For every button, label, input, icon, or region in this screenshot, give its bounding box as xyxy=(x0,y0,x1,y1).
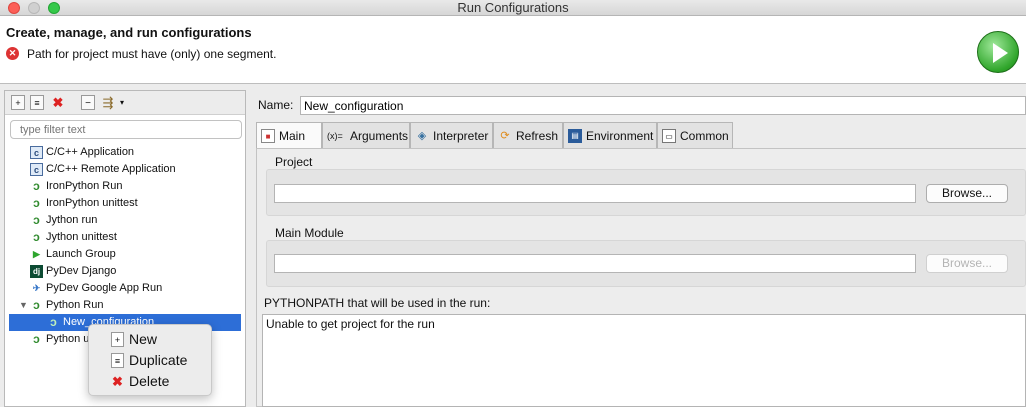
python-interpreter-icon: ◈ xyxy=(417,130,427,142)
project-label: Project xyxy=(275,155,313,169)
expand-arrow-icon[interactable]: ▼ xyxy=(19,297,28,314)
refresh-icon: ⟳ xyxy=(500,130,510,142)
django-icon: dj xyxy=(30,265,43,278)
launch-group-icon: ▶ xyxy=(33,249,40,259)
filter-menu-chevron-icon[interactable]: ▾ xyxy=(118,95,126,110)
name-input[interactable] xyxy=(300,96,1026,115)
c-app-icon: c xyxy=(30,146,43,159)
dialog-title: Create, manage, and run configurations xyxy=(6,25,252,40)
duplicate-config-icon[interactable]: ≡ xyxy=(30,95,44,110)
menu-item-delete[interactable]: ✖ Delete xyxy=(89,371,211,392)
context-menu: + New ≡ Duplicate ✖ Delete xyxy=(88,324,212,396)
tab-environment[interactable]: ▤ Environment xyxy=(563,122,657,149)
run-button[interactable] xyxy=(977,31,1019,73)
c-remote-icon: c xyxy=(30,163,43,176)
common-icon: ▭ xyxy=(662,129,676,143)
tree-item-jython-run[interactable]: ↄ Jython run xyxy=(5,212,245,229)
main-module-label: Main Module xyxy=(275,226,344,240)
new-config-icon[interactable]: + xyxy=(11,95,25,110)
python-icon: ↄ xyxy=(33,213,40,227)
tree-item-pydev-google-app-run[interactable]: ✈ PyDev Google App Run xyxy=(5,280,245,297)
pythonpath-label: PYTHONPATH that will be used in the run: xyxy=(264,296,491,310)
python-icon: ↄ xyxy=(50,315,57,329)
delete-icon: ✖ xyxy=(112,374,123,389)
tree-item-ironpython-run[interactable]: ↄ IronPython Run xyxy=(5,178,245,195)
python-unittest-icon: ↄ xyxy=(33,196,40,210)
title-bar: Run Configurations xyxy=(0,0,1026,16)
tree-item-jython-unittest[interactable]: ↄ Jython unittest xyxy=(5,229,245,246)
delete-config-icon[interactable]: ✖ xyxy=(51,95,65,110)
name-label: Name: xyxy=(258,98,294,112)
tree-item-launch-group[interactable]: ▶ Launch Group xyxy=(5,246,245,263)
filter-config-icon[interactable]: ⇶ xyxy=(101,95,115,110)
tree-toolbar: + ≡ ✖ − ⇶ ▾ xyxy=(5,91,245,115)
dialog-header: Create, manage, and run configurations ✕… xyxy=(0,16,1026,84)
tab-arguments[interactable]: (x)= Arguments xyxy=(322,122,410,149)
collapse-all-icon[interactable]: − xyxy=(81,95,95,110)
python-unittest-icon: ↄ xyxy=(33,332,40,346)
window-title: Run Configurations xyxy=(457,0,569,15)
menu-item-new[interactable]: + New xyxy=(89,329,211,350)
arguments-icon: (x)= xyxy=(327,131,343,141)
duplicate-icon: ≡ xyxy=(111,353,124,368)
menu-item-duplicate[interactable]: ≡ Duplicate xyxy=(89,350,211,371)
error-message: Path for project must have (only) one se… xyxy=(27,47,277,61)
python-unittest-icon: ↄ xyxy=(33,230,40,244)
tree-item-cpp-application[interactable]: c C/C++ Application xyxy=(5,144,245,161)
error-icon: ✕ xyxy=(6,47,19,60)
main-module-browse-button[interactable]: Browse... xyxy=(926,254,1008,273)
tab-refresh[interactable]: ⟳ Refresh xyxy=(493,122,563,149)
tab-interpreter[interactable]: ◈ Interpreter xyxy=(410,122,493,149)
python-icon: ↄ xyxy=(33,298,40,312)
play-icon xyxy=(993,43,1008,63)
filter-input[interactable] xyxy=(10,120,242,139)
tree-item-pydev-django[interactable]: dj PyDev Django xyxy=(5,263,245,280)
tree-item-ironpython-unittest[interactable]: ↄ IronPython unittest xyxy=(5,195,245,212)
pythonpath-textarea[interactable]: Unable to get project for the run xyxy=(262,314,1026,407)
environment-icon: ▤ xyxy=(568,129,582,143)
tree-item-python-run[interactable]: ▼ ↄ Python Run xyxy=(5,297,245,314)
new-doc-icon: + xyxy=(111,332,124,347)
project-browse-button[interactable]: Browse... xyxy=(926,184,1008,203)
project-field[interactable] xyxy=(274,184,916,203)
main-module-field[interactable] xyxy=(274,254,916,273)
tab-common[interactable]: ▭ Common xyxy=(657,122,733,149)
google-app-icon: ✈ xyxy=(32,283,41,293)
tab-main[interactable]: ■ Main xyxy=(256,122,322,149)
main-tab-icon: ■ xyxy=(261,129,275,143)
python-icon: ↄ xyxy=(33,179,40,193)
tree-item-cpp-remote-application[interactable]: c C/C++ Remote Application xyxy=(5,161,245,178)
